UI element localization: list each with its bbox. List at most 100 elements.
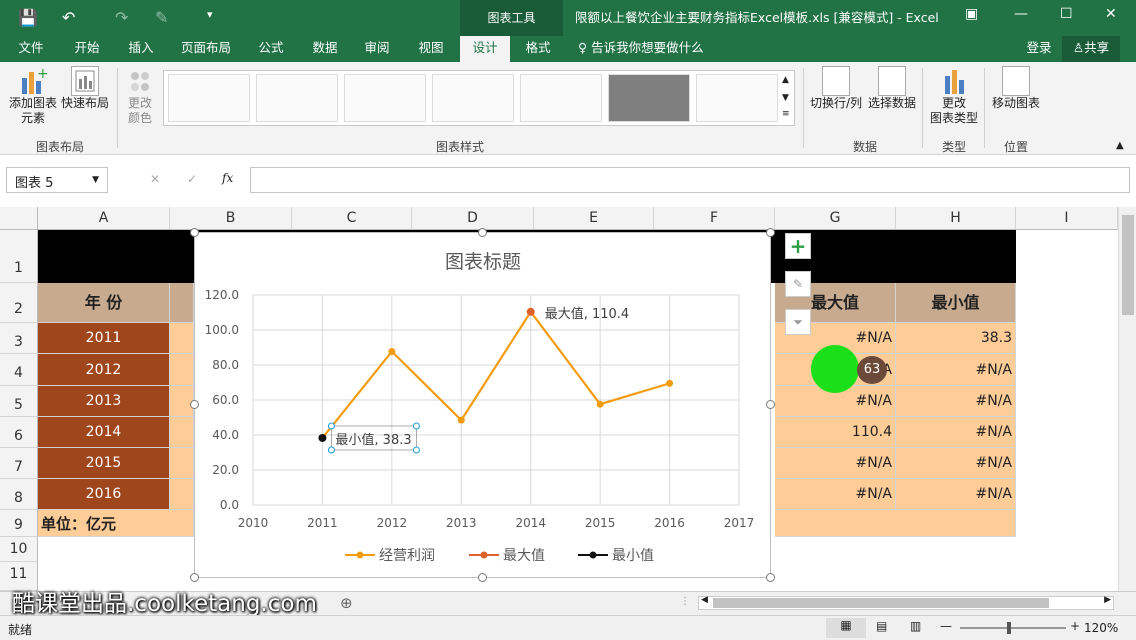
resize-handle-l[interactable] [190,400,199,409]
change-chart-type-button[interactable]: 更改 图表类型 [927,66,981,126]
zoom-slider-thumb[interactable] [1007,622,1011,634]
col-header-b[interactable]: B [170,207,292,230]
signin-link[interactable]: 登录 [1020,36,1058,62]
max-value-cell[interactable]: #N/A [775,479,896,510]
format-painter-icon[interactable]: ✎ [155,8,168,27]
chart-object[interactable]: 图表标题 0.0 20.0 40.0 60.0 80.0 100.0 120.0 2010 201… [194,232,771,578]
gallery-more-icon[interactable]: ≡ [782,109,790,119]
tab-page-layout[interactable]: 页面布局 [174,36,238,62]
tell-me-search[interactable]: ♀ 告诉我你想要做什么 [578,36,718,62]
col-header-f[interactable]: F [654,207,775,230]
b-cell[interactable] [170,448,194,479]
tab-file[interactable]: 文件 [8,36,54,62]
min-value-cell[interactable]: #N/A [896,386,1016,417]
year-cell[interactable]: 2016 [38,479,170,510]
row-header-5[interactable]: 5 [0,386,38,417]
tab-formulas[interactable]: 公式 [248,36,294,62]
col-header-c[interactable]: C [292,207,412,230]
unit-cell[interactable]: 单位：亿元 [38,510,194,537]
row-header-7[interactable]: 7 [0,448,38,479]
add-chart-element-button[interactable]: + 添加图表 元素 [6,66,60,126]
share-button[interactable]: ♙共享 [1062,36,1120,62]
horizontal-scroll-thumb[interactable] [713,598,1049,608]
col-header-a[interactable]: A [38,207,170,230]
function-icon[interactable]: fx [222,171,233,185]
chart-styles-brush-icon[interactable]: ✎ [785,271,811,297]
resize-handle-bl[interactable] [190,573,199,582]
save-icon[interactable]: 💾 [18,8,38,27]
resize-handle-t[interactable] [478,228,487,237]
chart-style-7[interactable] [696,74,778,122]
name-box[interactable]: 图表 5 ▼ [6,167,108,193]
customize-qat-icon[interactable]: ▾ [207,8,213,21]
row-header-6[interactable]: 6 [0,417,38,448]
close-icon[interactable]: ✕ [1105,6,1117,22]
header-b-cell[interactable] [170,283,194,323]
tab-home[interactable]: 开始 [64,36,110,62]
undo-icon[interactable]: ↶ [62,8,75,27]
chart-style-6[interactable] [608,74,690,122]
page-break-view-icon[interactable]: ▥ [910,619,921,633]
tab-data[interactable]: 数据 [302,36,348,62]
resize-handle-r[interactable] [766,400,775,409]
min-value-cell[interactable]: #N/A [896,448,1016,479]
b-cell[interactable] [170,323,194,354]
tab-format[interactable]: 格式 [514,36,562,62]
minimize-icon[interactable]: — [1014,6,1028,22]
year-cell[interactable]: 2011 [38,323,170,354]
max-value-cell[interactable]: 110.4 [775,417,896,448]
switch-row-col-button[interactable]: 切换行/列 [808,66,864,111]
row-header-4[interactable]: 4 [0,354,38,386]
zoom-in-icon[interactable]: + [1070,619,1080,633]
ribbon-display-icon[interactable]: ▣ [965,6,978,22]
zoom-slider[interactable] [960,627,1066,629]
header-year-cell[interactable]: 年 份 [38,283,170,323]
min-value-cell[interactable]: #N/A [896,417,1016,448]
scroll-right-icon[interactable]: ▶ [1104,595,1111,605]
collapse-ribbon-icon[interactable]: ▲ [1116,140,1124,151]
normal-view-icon[interactable]: ▦ [826,618,866,638]
scroll-left-icon[interactable]: ◀ [701,595,708,605]
name-box-dropdown-icon[interactable]: ▼ [92,175,99,185]
chart-style-5[interactable] [520,74,602,122]
b-cell[interactable] [170,354,194,386]
add-sheet-icon[interactable]: ⊕ [340,594,353,612]
tab-review[interactable]: 审阅 [354,36,400,62]
resize-handle-tr[interactable] [766,228,775,237]
chart-style-3[interactable] [344,74,426,122]
year-cell[interactable]: 2015 [38,448,170,479]
min-value-cell[interactable]: 38.3 [896,323,1016,354]
chart-style-2[interactable] [256,74,338,122]
tab-design[interactable]: 设计 [460,36,510,62]
select-data-button[interactable]: 选择数据 [866,66,918,111]
tab-insert[interactable]: 插入 [118,36,164,62]
tab-view[interactable]: 视图 [408,36,454,62]
resize-handle-br[interactable] [766,573,775,582]
quick-layout-button[interactable]: 快速布局 [60,66,110,111]
b-cell[interactable] [170,479,194,510]
row-header-9[interactable]: 9 [0,510,38,537]
min-value-cell[interactable]: #N/A [896,354,1016,386]
vertical-scrollbar[interactable] [1118,207,1136,591]
row-header-3[interactable]: 3 [0,323,38,354]
col-header-h[interactable]: H [896,207,1016,230]
row-header-1[interactable]: 1 [0,230,38,283]
vertical-scroll-thumb[interactable] [1122,215,1134,315]
resize-handle-tl[interactable] [190,228,199,237]
select-all-corner[interactable] [0,207,38,230]
resize-handle-b[interactable] [478,573,487,582]
year-cell[interactable]: 2014 [38,417,170,448]
col-header-g[interactable]: G [775,207,896,230]
unit-row-fill[interactable] [775,510,1016,537]
year-cell[interactable]: 2012 [38,354,170,386]
row-header-8[interactable]: 8 [0,479,38,510]
col-header-i[interactable]: I [1016,207,1118,230]
zoom-level[interactable]: 120% [1084,621,1118,635]
row-header-2[interactable]: 2 [0,283,38,323]
b-cell[interactable] [170,417,194,448]
gallery-scroll-up-icon[interactable]: ▲ [782,75,789,85]
redo-icon[interactable]: ↷ [115,8,128,27]
max-value-cell[interactable]: #N/A [775,448,896,479]
formula-input[interactable] [250,167,1130,193]
maximize-icon[interactable]: ☐ [1060,6,1073,22]
